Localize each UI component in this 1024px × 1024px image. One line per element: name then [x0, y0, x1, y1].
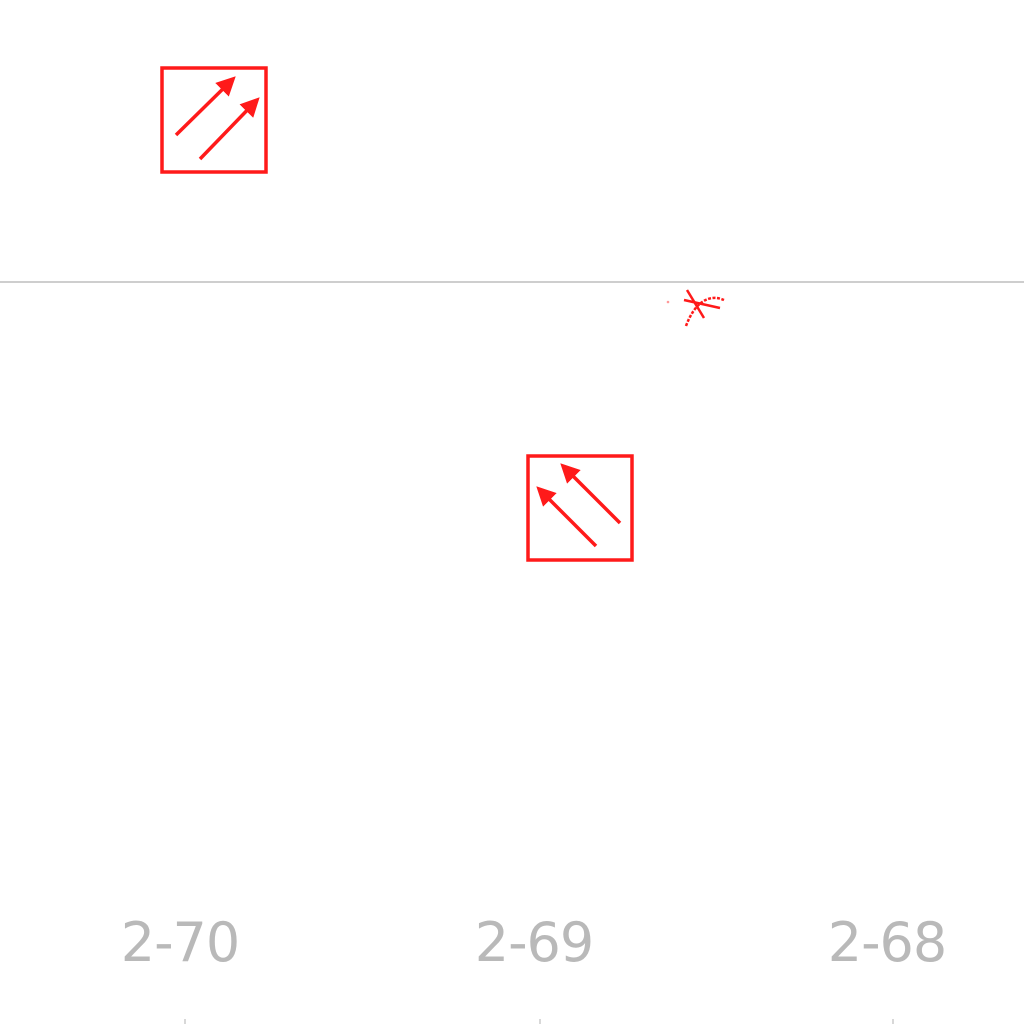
crossed-arc-icon: [666, 289, 725, 327]
arrows-northwest-box-icon: [526, 454, 634, 562]
grid-label-2-68: 2-68: [827, 911, 948, 974]
map-layer: [0, 66, 1024, 1024]
bottom-ticks: [184, 1019, 894, 1024]
grid-label-2-70: 2-70: [120, 911, 241, 974]
map-canvas[interactable]: 2-70 2-69 2-68: [0, 0, 1024, 1024]
arrows-northeast-box-icon: [160, 66, 268, 174]
grid-label-2-69: 2-69: [474, 911, 595, 974]
